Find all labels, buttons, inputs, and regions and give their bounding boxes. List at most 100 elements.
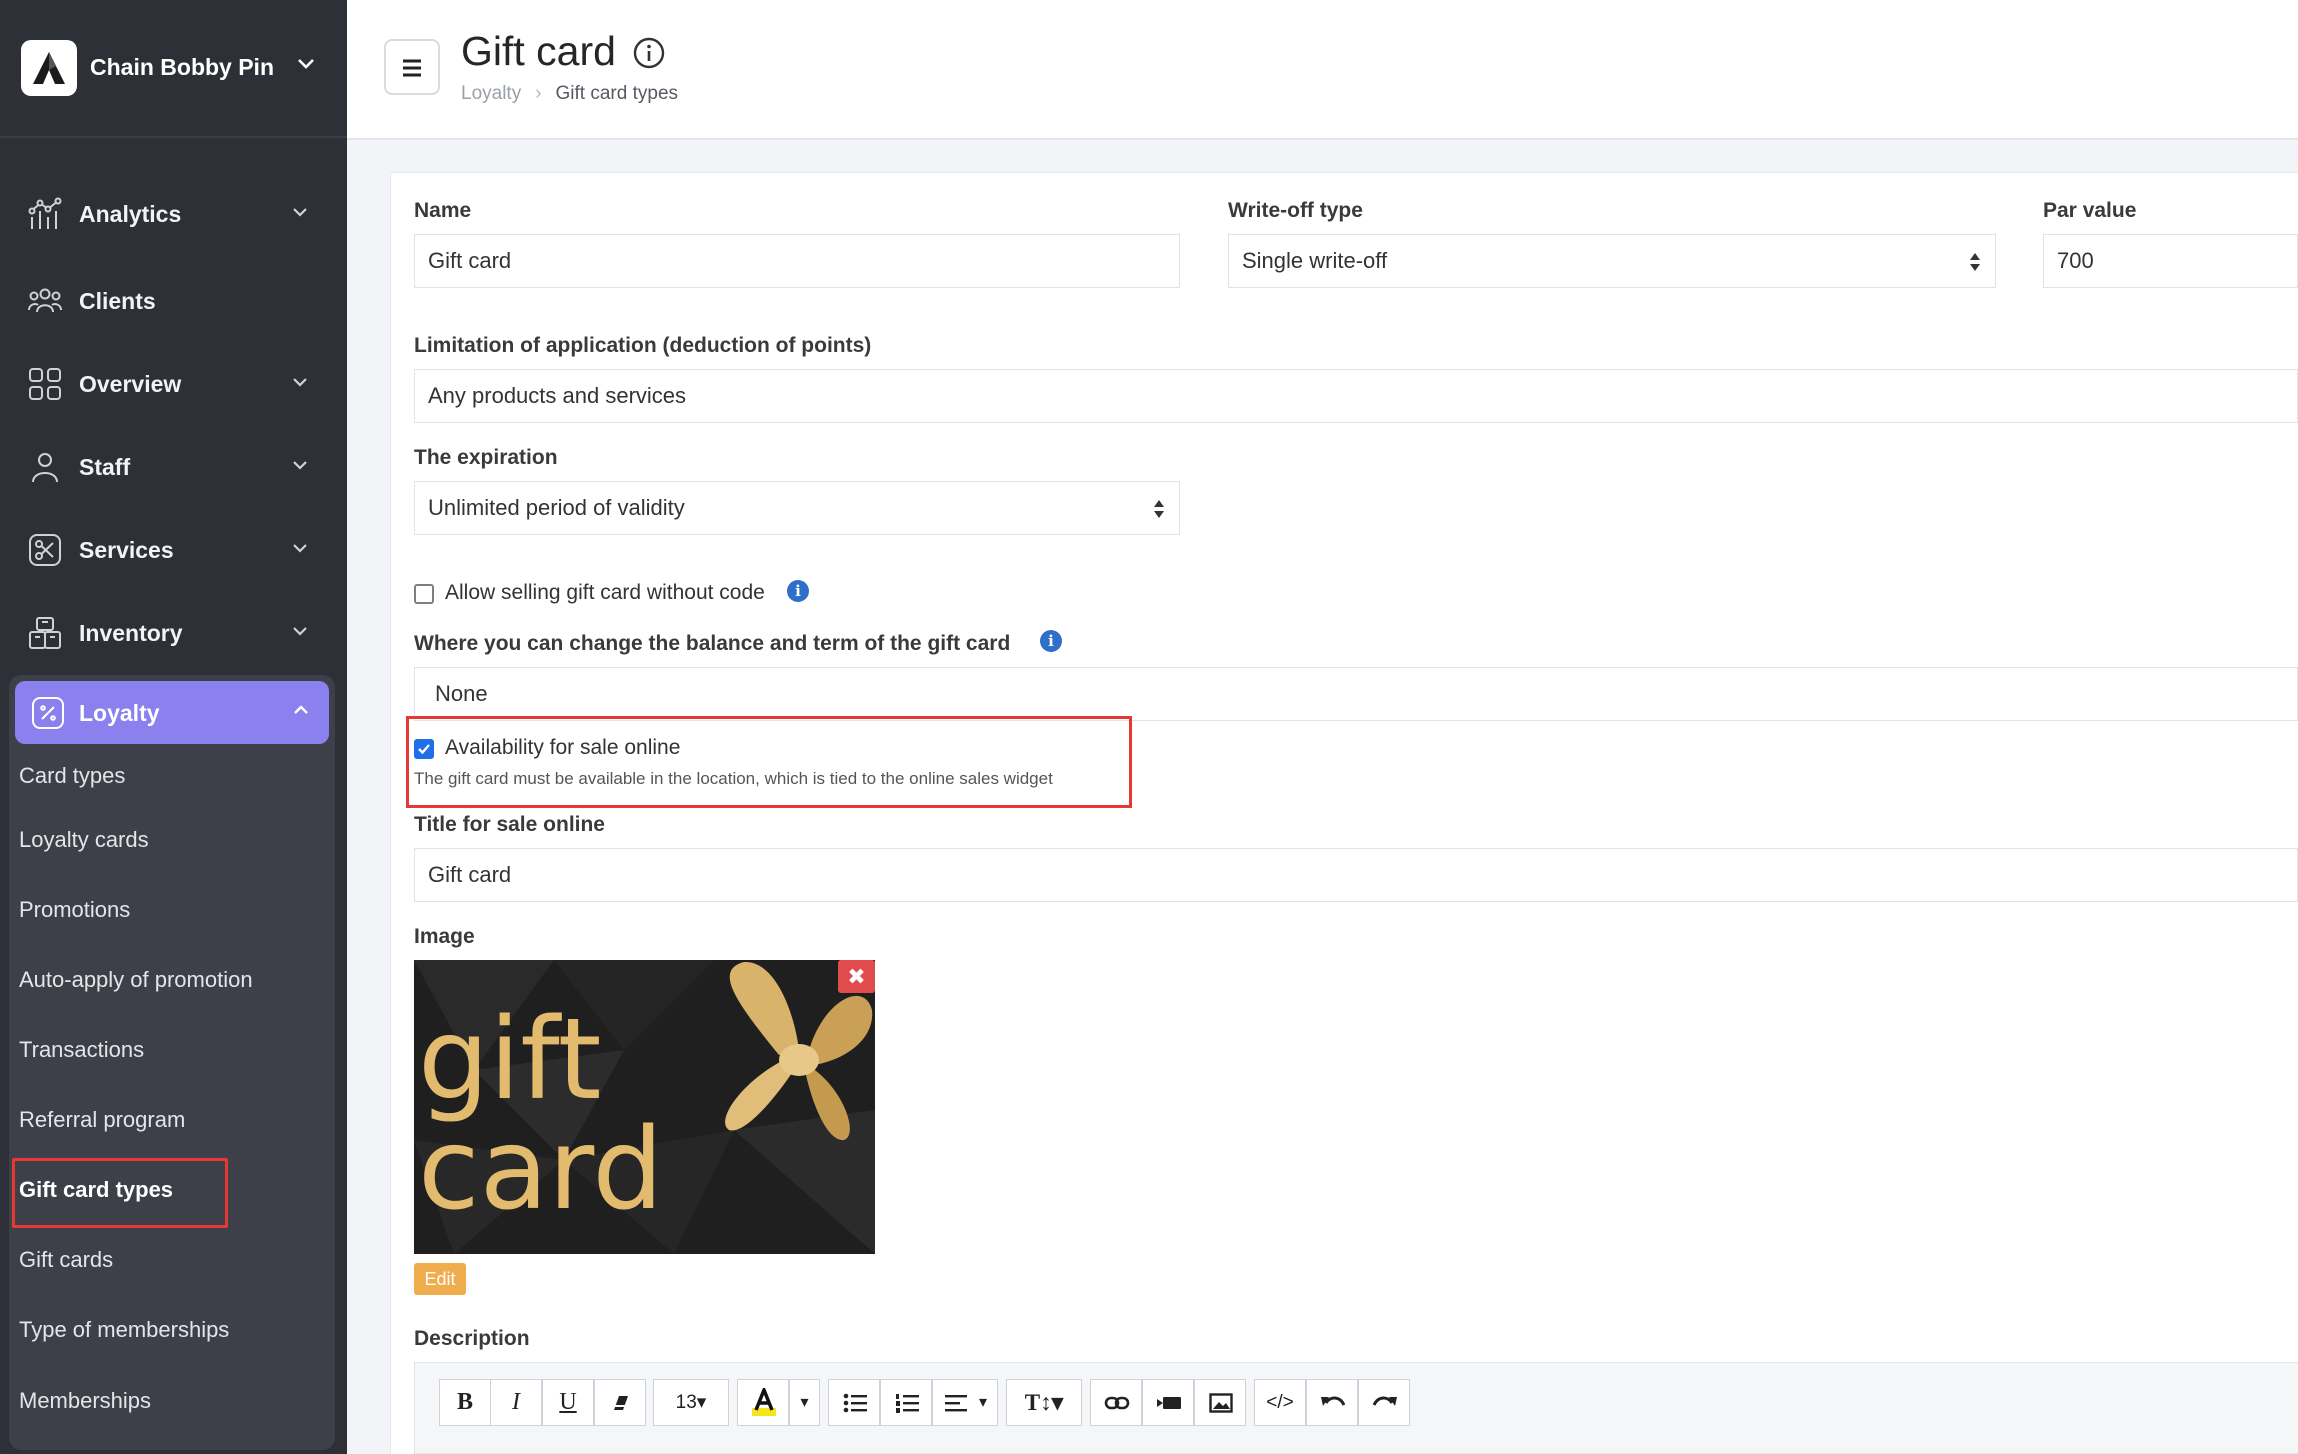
staff-icon (32, 453, 58, 483)
bold-button[interactable]: B (439, 1379, 491, 1426)
brand-logo (21, 40, 77, 96)
sidebar-subitem-type-of-memberships[interactable]: Type of memberships (19, 1317, 229, 1343)
image-icon (1209, 1393, 1233, 1413)
form-panel (390, 172, 2298, 1454)
sidebar-subitem-card-types[interactable]: Card types (19, 763, 125, 789)
sidebar-item-label: Services (79, 537, 174, 563)
chevron-down-icon (293, 627, 307, 636)
name-label: Name (414, 199, 472, 222)
redo-button[interactable] (1358, 1379, 1410, 1426)
insert-video-button[interactable] (1142, 1379, 1194, 1426)
chevron-down-icon (293, 461, 307, 470)
chevron-down-icon (298, 59, 314, 69)
sidebar-item-clients[interactable]: Clients (0, 265, 347, 335)
expiration-select[interactable]: Unlimited period of validity (414, 481, 1180, 535)
balance-change-label: Where you can change the balance and ter… (414, 632, 1011, 655)
par-value-input[interactable]: 700 (2043, 234, 2298, 288)
bullet-list-button[interactable] (828, 1379, 880, 1426)
sidebar-item-analytics[interactable]: Analytics (0, 178, 347, 248)
page-title: Gift card (461, 28, 616, 74)
overview-icon (29, 368, 61, 400)
sidebar-item-label: Loyalty (79, 700, 160, 726)
gift-card-image: gift card (414, 960, 875, 1254)
allow-without-code-checkbox[interactable] (414, 584, 434, 604)
sidebar-subitem-memberships[interactable]: Memberships (19, 1388, 151, 1414)
chevron-down-icon (293, 208, 307, 217)
insert-link-button[interactable] (1090, 1379, 1142, 1426)
online-sale-highlight (406, 716, 1132, 808)
online-title-input[interactable]: Gift card (414, 848, 2298, 902)
numbered-list-icon (896, 1394, 919, 1413)
underline-button[interactable]: U (542, 1379, 594, 1426)
online-title-label: Title for sale online (414, 813, 605, 836)
par-value-label: Par value (2043, 199, 2137, 222)
bullet-list-icon (843, 1393, 867, 1413)
sidebar: Chain Bobby Pin Analytics Clients Overvi… (0, 0, 347, 1454)
sidebar-subitem-loyalty-cards[interactable]: Loyalty cards (19, 827, 149, 853)
code-view-button[interactable]: </> (1254, 1379, 1306, 1426)
writeoff-select[interactable]: Single write-off (1228, 234, 1996, 288)
image-label: Image (414, 925, 475, 948)
info-icon[interactable]: i (787, 580, 809, 602)
balance-change-select[interactable]: None (414, 667, 2298, 721)
info-icon[interactable]: i (1040, 630, 1062, 652)
clients-icon (28, 288, 62, 313)
edit-image-button[interactable]: Edit (414, 1263, 466, 1295)
chevron-down-icon (293, 378, 307, 387)
hamburger-icon (403, 59, 421, 77)
remove-image-button[interactable]: ✖ (838, 960, 875, 993)
text-color-icon (752, 1388, 776, 1416)
eraser-icon (614, 1396, 628, 1410)
font-size-dropdown[interactable]: 13▾ (653, 1379, 729, 1426)
sidebar-item-loyalty[interactable]: Loyalty (15, 681, 329, 744)
italic-button[interactable]: I (490, 1379, 542, 1426)
loyalty-icon (32, 697, 64, 729)
sidebar-subitem-auto-apply[interactable]: Auto-apply of promotion (19, 967, 253, 993)
sidebar-item-services[interactable]: Services (0, 514, 347, 584)
numbered-list-button[interactable] (880, 1379, 932, 1426)
breadcrumb-current: Gift card types (555, 83, 679, 104)
name-input[interactable]: Gift card (414, 234, 1180, 288)
clear-format-button[interactable] (594, 1379, 646, 1426)
sidebar-item-inventory[interactable]: Inventory (0, 597, 347, 667)
font-size-value: 13 (675, 1392, 697, 1413)
sidebar-item-label: Clients (79, 288, 156, 314)
active-item-highlight (12, 1158, 228, 1228)
sidebar-item-overview[interactable]: Overview (0, 348, 347, 418)
expiration-label: The expiration (414, 446, 558, 469)
link-icon (1104, 1396, 1130, 1410)
limitation-select[interactable]: Any products and services (414, 369, 2298, 423)
info-icon[interactable] (632, 36, 666, 70)
breadcrumb-parent[interactable]: Loyalty (461, 83, 521, 104)
online-sale-hint: The gift card must be available in the l… (414, 769, 1053, 788)
line-height-dropdown[interactable]: T↕▾ (1006, 1379, 1082, 1426)
sidebar-subitem-transactions[interactable]: Transactions (19, 1037, 144, 1063)
sidebar-item-label: Overview (79, 371, 182, 397)
inventory-icon (29, 617, 61, 649)
sidebar-subitem-gift-cards[interactable]: Gift cards (19, 1247, 113, 1273)
sidebar-item-staff[interactable]: Staff (0, 431, 347, 501)
description-label: Description (414, 1327, 530, 1350)
page-header: Gift card Loyalty › Gift card types (347, 0, 2298, 140)
gift-image-text-line2: card (418, 1105, 664, 1235)
highlight-button[interactable] (737, 1379, 789, 1426)
sidebar-subitem-promotions[interactable]: Promotions (19, 897, 130, 923)
menu-toggle-button[interactable] (384, 39, 440, 95)
undo-button[interactable] (1306, 1379, 1358, 1426)
align-left-icon (945, 1395, 967, 1412)
brand-switcher[interactable]: Chain Bobby Pin (0, 0, 347, 138)
select-arrows-icon (1154, 500, 1164, 518)
online-sale-checkbox[interactable] (414, 739, 434, 759)
allow-without-code-label: Allow selling gift card without code (445, 581, 765, 604)
sidebar-item-label: Analytics (79, 201, 182, 227)
redo-icon (1372, 1396, 1397, 1406)
insert-image-button[interactable] (1194, 1379, 1246, 1426)
sidebar-item-label: Inventory (79, 620, 183, 646)
writeoff-label: Write-off type (1228, 199, 1363, 222)
sidebar-item-label: Staff (79, 454, 131, 480)
sidebar-subitem-referral-program[interactable]: Referral program (19, 1107, 185, 1133)
chevron-down-icon (293, 544, 307, 553)
highlight-dropdown-button[interactable]: ▾ (789, 1379, 820, 1426)
align-dropdown-button[interactable]: ▾ (932, 1379, 998, 1426)
breadcrumb: Loyalty › Gift card types (461, 83, 678, 105)
